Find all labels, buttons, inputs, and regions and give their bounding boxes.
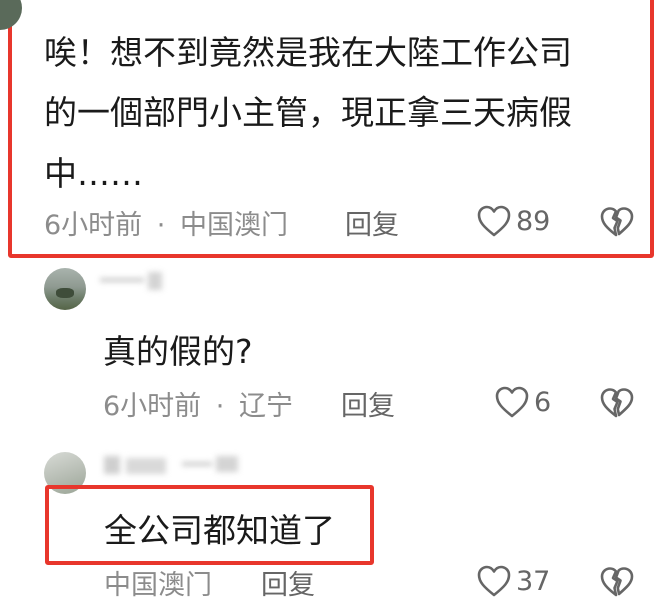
comment-2-meta: 6小时前 · 辽宁 [103,384,293,423]
like-button[interactable]: 37 [476,564,550,598]
location: 中国澳门 [179,210,288,241]
comment-3-meta: 中国澳门 [104,563,212,602]
broken-heart-icon [600,207,634,237]
location: 辽宁 [238,391,293,422]
timestamp: 6小时前 [103,391,202,422]
dislike-button[interactable] [600,566,634,602]
like-count: 37 [516,565,551,597]
like-count: 6 [534,386,552,418]
heart-icon [477,565,511,597]
meta-separator: · [156,210,166,241]
broken-heart-icon [600,388,634,418]
avatar[interactable] [44,268,86,310]
location: 中国澳门 [104,570,212,601]
like-button[interactable]: 89 [476,204,550,238]
username-blurred [104,452,246,478]
comment-2-text: 真的假的? [103,332,253,371]
reply-button[interactable]: 回复 [345,203,399,242]
heart-icon [477,205,511,237]
username-blurred [100,270,162,292]
dislike-button[interactable] [600,206,634,242]
dislike-button[interactable] [600,387,634,423]
like-button[interactable]: 6 [494,385,551,419]
heart-icon [495,386,529,418]
like-count: 89 [516,205,551,237]
meta-separator: · [215,391,225,422]
timestamp: 6小时前 [44,210,143,241]
broken-heart-icon [600,567,634,597]
reply-button[interactable]: 回复 [261,563,315,602]
reply-button[interactable]: 回复 [341,384,395,423]
comment-1-line-3: 中…… [44,154,143,193]
comment-3-text: 全公司都知道了 [104,511,335,550]
comment-1-line-2: 的一個部門小主管，現正拿三天病假 [44,93,572,132]
comment-1-meta: 6小时前 · 中国澳门 [44,203,288,242]
comment-1-line-1: 唉！想不到竟然是我在大陸工作公司 [44,33,572,72]
